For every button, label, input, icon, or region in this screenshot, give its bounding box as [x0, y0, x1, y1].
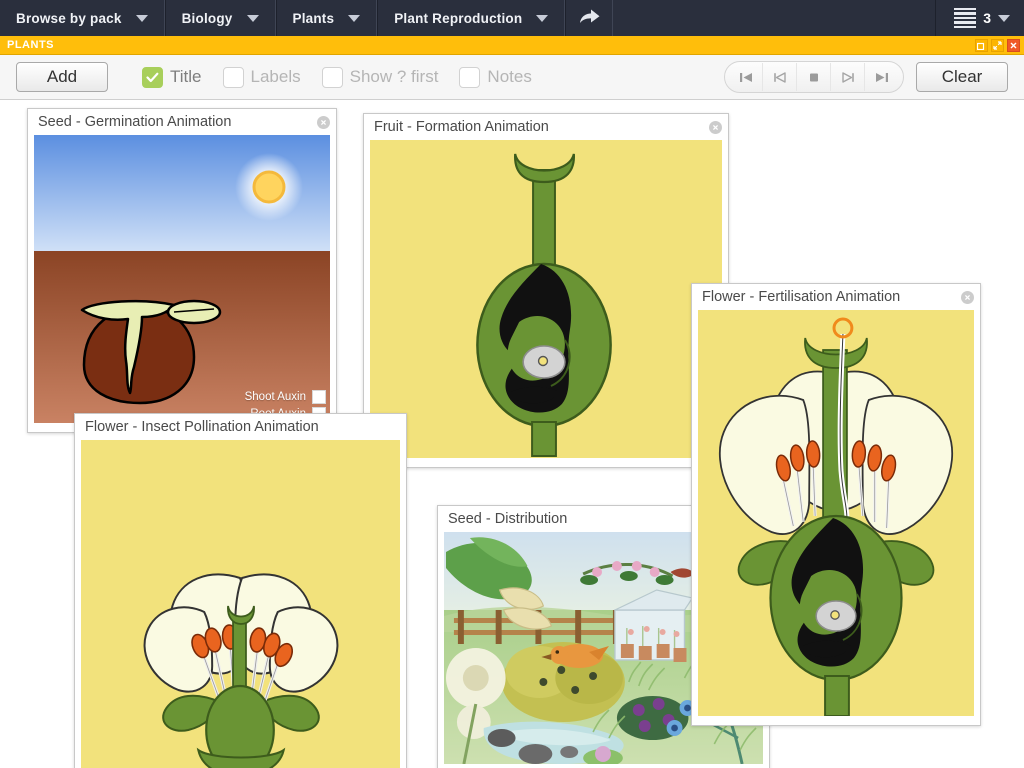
step-forward-icon — [841, 71, 854, 83]
insect-pollination-illustration — [81, 440, 400, 768]
close-circle-icon — [964, 294, 971, 300]
nav-item-browse-by-pack[interactable]: Browse by pack — [0, 0, 165, 36]
top-navigation-bar: Browse by pack Biology Plants Plant Repr… — [0, 0, 1024, 36]
auxin-row-shoot[interactable]: Shoot Auxin — [245, 390, 326, 404]
checkbox-box[interactable] — [459, 66, 481, 88]
card-flower-insect-pollination[interactable]: Flower - Insect Pollination Animation — [74, 413, 407, 768]
close-circle-icon — [320, 119, 327, 125]
card-close-button[interactable] — [961, 290, 974, 304]
close-window-button[interactable] — [1007, 38, 1020, 52]
card-image-insect-pollination — [81, 440, 400, 768]
card-seed-germination[interactable]: Seed - Germination Animation Shoot Auxin — [27, 108, 337, 433]
close-circle-icon — [712, 124, 719, 130]
chevron-down-icon — [246, 14, 259, 22]
step-back-icon — [773, 71, 786, 83]
card-header: Flower - Insect Pollination Animation — [75, 414, 406, 440]
close-icon — [1010, 42, 1017, 48]
card-flower-fertilisation[interactable]: Flower - Fertilisation Animation — [691, 283, 981, 726]
nav-item-label: Plant Reproduction — [394, 10, 523, 26]
maximize-window-button[interactable] — [991, 38, 1004, 52]
canvas-workspace[interactable]: Seed - Germination Animation Shoot Auxin… — [0, 100, 1024, 768]
card-fruit-formation[interactable]: Fruit - Formation Animation — [363, 113, 729, 468]
card-header: Seed - Germination Animation — [28, 109, 336, 135]
checkbox-box[interactable] — [321, 66, 343, 88]
card-title: Flower - Fertilisation Animation — [702, 289, 901, 305]
chevron-down-icon — [998, 14, 1010, 22]
card-header: Flower - Fertilisation Animation — [692, 284, 980, 310]
nav-item-plants[interactable]: Plants — [275, 0, 378, 36]
stop-icon — [809, 73, 818, 81]
germination-illustration — [34, 135, 330, 423]
playback-controls — [724, 61, 904, 93]
nav-item-biology[interactable]: Biology — [164, 0, 276, 36]
restore-icon — [977, 42, 985, 50]
nav-item-label: Biology — [181, 10, 233, 26]
skip-to-start-button[interactable] — [729, 63, 763, 91]
share-button[interactable] — [565, 0, 614, 36]
chevron-down-icon — [536, 14, 549, 22]
toolbar: Add Title Labels Show ? first Notes Clea… — [0, 55, 1024, 100]
checkbox-box[interactable] — [222, 66, 244, 88]
checkbox-notes[interactable]: Notes — [459, 66, 532, 88]
card-title: Fruit - Formation Animation — [374, 119, 549, 135]
auxin-checkbox[interactable] — [312, 390, 326, 404]
add-button[interactable]: Add — [16, 62, 108, 92]
toolbar-checkbox-group: Title Labels Show ? first Notes — [142, 66, 546, 88]
checkbox-label: Title — [170, 67, 202, 86]
card-close-button[interactable] — [317, 115, 330, 129]
check-icon — [146, 72, 159, 82]
checkbox-box[interactable] — [142, 66, 163, 88]
view-count-menu[interactable]: 3 — [935, 0, 1024, 36]
window-controls — [975, 38, 1024, 52]
card-close-button[interactable] — [709, 120, 722, 134]
expand-arrows-icon — [993, 40, 1002, 50]
skip-to-end-button[interactable] — [865, 63, 899, 91]
card-image-fertilisation — [698, 310, 974, 716]
forward-arrow-icon — [580, 9, 600, 23]
card-title: Flower - Insect Pollination Animation — [85, 419, 319, 435]
nav-item-label: Browse by pack — [16, 10, 122, 26]
auxin-label: Shoot Auxin — [244, 391, 306, 403]
checkbox-label: Notes — [487, 67, 532, 86]
skip-back-icon — [739, 72, 752, 82]
checkbox-label: Labels — [250, 67, 301, 86]
window-title-bar: PLANTS — [0, 36, 1024, 55]
fruit-formation-illustration — [370, 140, 722, 458]
restore-window-button[interactable] — [975, 38, 988, 52]
step-back-button[interactable] — [763, 63, 797, 91]
checkbox-title[interactable]: Title — [142, 66, 202, 88]
stop-button[interactable] — [797, 63, 831, 91]
window-title: PLANTS — [7, 39, 54, 51]
card-title: Seed - Distribution — [448, 511, 568, 527]
card-title: Seed - Germination Animation — [38, 114, 232, 130]
skip-forward-icon — [876, 72, 888, 82]
checkbox-labels[interactable]: Labels — [222, 66, 301, 88]
nav-item-label: Plants — [292, 10, 335, 26]
card-image-fruit-formation — [370, 140, 722, 458]
checkbox-show-question-first[interactable]: Show ? first — [321, 66, 439, 88]
nav-item-plant-reproduction[interactable]: Plant Reproduction — [377, 0, 566, 36]
card-image-germination: Shoot Auxin Root Auxin — [34, 135, 330, 423]
step-forward-button[interactable] — [831, 63, 865, 91]
fertilisation-illustration — [698, 310, 974, 716]
view-count-label: 3 — [983, 10, 991, 26]
list-lines-icon — [954, 7, 977, 29]
checkbox-label: Show ? first — [349, 67, 439, 86]
chevron-down-icon — [135, 14, 148, 22]
chevron-down-icon — [348, 14, 361, 22]
clear-button[interactable]: Clear — [916, 62, 1008, 92]
card-header: Fruit - Formation Animation — [364, 114, 728, 140]
